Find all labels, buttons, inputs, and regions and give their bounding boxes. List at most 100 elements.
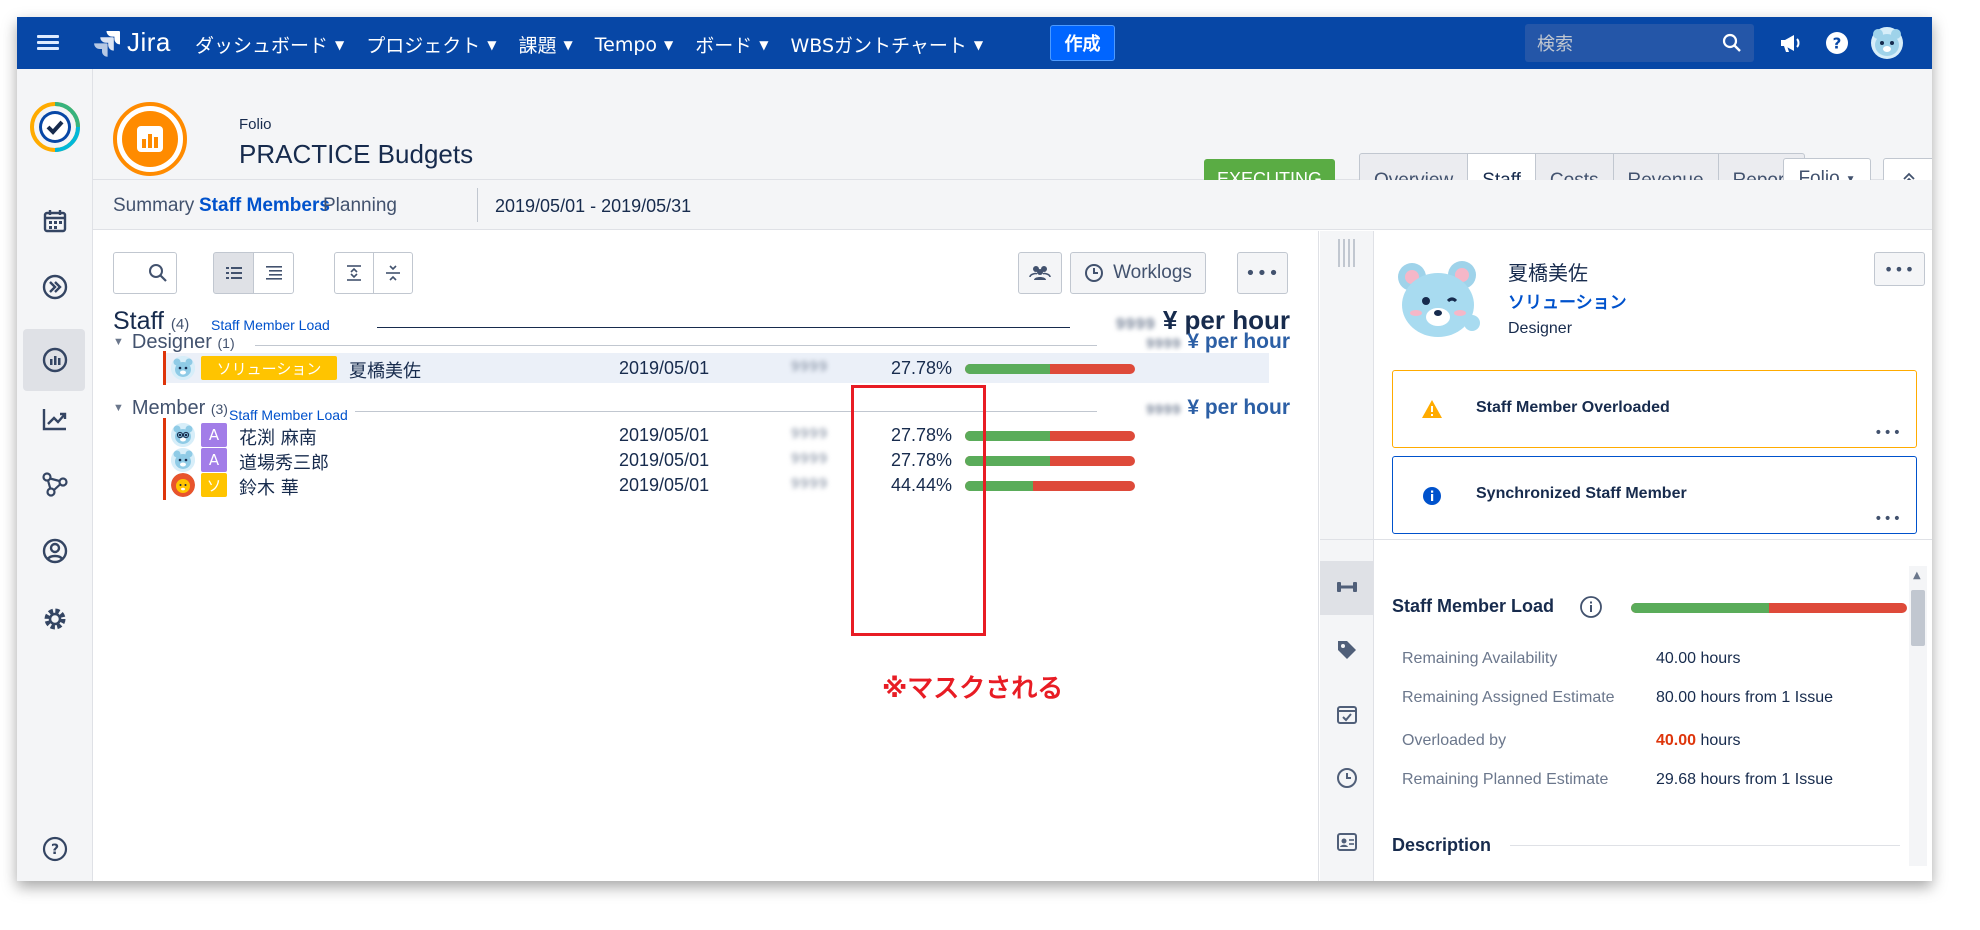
subtab-summary[interactable]: Summary xyxy=(113,195,194,217)
network-icon[interactable] xyxy=(37,466,73,502)
masked-value: 9999 xyxy=(791,452,829,467)
info-icon xyxy=(1423,487,1441,505)
tag-icon[interactable] xyxy=(1334,637,1360,663)
chevron-down-icon[interactable]: ▼ xyxy=(113,402,124,414)
tree-view-button[interactable] xyxy=(253,252,294,294)
alert-synchronized[interactable]: Synchronized Staff Member ••• xyxy=(1392,456,1917,534)
overload-unit: hours xyxy=(1696,732,1741,749)
app-logo-icon[interactable] xyxy=(30,102,80,152)
chart-icon[interactable] xyxy=(37,401,73,437)
forward-icon[interactable] xyxy=(37,269,73,305)
info-icon[interactable] xyxy=(1579,595,1603,619)
nav-menu-item[interactable]: ボード ▼ xyxy=(695,31,790,58)
staff-row[interactable]: ソ鈴木 華 2019/05/01 9999 44.44% xyxy=(163,470,1269,500)
scrollbar[interactable]: ▲ xyxy=(1909,566,1927,866)
settings-icon[interactable] xyxy=(37,601,73,637)
more-icon: ••• xyxy=(1883,259,1916,279)
scroll-up-icon[interactable]: ▲ xyxy=(1913,570,1921,581)
nav-menu-item[interactable]: ダッシュボード ▼ xyxy=(195,31,366,58)
project-header: Folio PRACTICE Budgets EXECUTING Overvie… xyxy=(93,69,1932,208)
id-card-icon[interactable] xyxy=(1334,829,1360,855)
avatar xyxy=(171,356,195,380)
megaphone-icon[interactable] xyxy=(1777,30,1803,56)
scrollbar-thumb[interactable] xyxy=(1911,590,1925,646)
worklogs-label: Worklogs xyxy=(1113,262,1192,283)
kv-label: Remaining Planned Estimate xyxy=(1402,771,1609,788)
indent-list-icon xyxy=(265,266,282,280)
more-icon[interactable]: ••• xyxy=(1874,425,1902,441)
load-bar xyxy=(965,431,1135,441)
kv-value: 40.00 hours xyxy=(1656,732,1741,750)
masked-value: 9999 xyxy=(791,477,829,492)
chevron-down-icon[interactable]: ▼ xyxy=(113,336,124,348)
divider xyxy=(377,327,1070,328)
main-menu: ダッシュボード ▼ プロジェクト ▼ 課題 ▼ Tempo ▼ ボード ▼ WBSガントチャート ▼ xyxy=(195,31,1005,58)
top-navigation: Jira ダッシュボード ▼ プロジェクト ▼ 課題 ▼ Tempo ▼ ボード ▼ WBSガントチ… xyxy=(17,17,1932,69)
group-count: (3) xyxy=(210,401,228,417)
dumbbell-icon[interactable] xyxy=(1334,574,1360,600)
group-header-member[interactable]: ▼ Member (3) xyxy=(113,397,228,420)
team-badge: ソ xyxy=(201,473,227,497)
drag-handle-icon[interactable] xyxy=(1338,239,1356,267)
masked-rate: 9999 xyxy=(1146,335,1182,351)
subtab-planning[interactable]: Planning xyxy=(323,195,397,217)
calendar-check-icon[interactable] xyxy=(1334,701,1360,727)
load-bar xyxy=(965,364,1135,374)
nav-menu-label: Tempo xyxy=(594,33,658,56)
expand-icon xyxy=(347,265,361,281)
date-range[interactable]: 2019/05/01 - 2019/05/31 xyxy=(495,196,691,217)
staff-role: Designer xyxy=(1508,320,1573,337)
create-button[interactable]: 作成 xyxy=(1050,25,1115,61)
nav-menu-item[interactable]: 課題 ▼ xyxy=(519,31,595,58)
staff-row[interactable]: ソリューション 夏橋美佐 2019/05/01 9999 27.78% xyxy=(163,351,1269,385)
divider xyxy=(255,345,1097,346)
member-percent: 27.78% xyxy=(891,358,953,378)
sub-tabs: Summary Staff Members Planning 2019/05/0… xyxy=(93,180,1932,230)
staff-pane: Worklogs ••• Staff (4) Staff Member Load… xyxy=(93,231,1319,881)
app-window: Jira ダッシュボード ▼ プロジェクト ▼ 課題 ▼ Tempo ▼ ボード ▼ WBSガントチ… xyxy=(17,17,1932,881)
staff-team-link[interactable]: ソリューション xyxy=(1508,288,1627,313)
more-icon[interactable]: ••• xyxy=(1874,511,1902,527)
clock-icon xyxy=(1085,264,1104,282)
help-icon[interactable]: ? xyxy=(1824,30,1850,56)
nav-menu-label: ダッシュボード xyxy=(195,35,329,57)
more-options-button[interactable]: ••• xyxy=(1237,252,1288,294)
jira-logo[interactable]: Jira xyxy=(93,27,171,58)
group-rate: 9999 ¥ per hour xyxy=(1146,330,1290,354)
nav-menu-label: WBSガントチャート xyxy=(790,35,967,57)
load-bar-fill xyxy=(1631,603,1769,613)
divider xyxy=(477,188,478,222)
group-header-designer[interactable]: ▼ Designer (1) xyxy=(113,331,235,354)
help-icon[interactable]: ? xyxy=(37,831,73,867)
logo-text: Jira xyxy=(127,27,171,57)
calendar-icon[interactable] xyxy=(37,203,73,239)
nav-menu-item[interactable]: WBSガントチャート ▼ xyxy=(791,31,1006,58)
masked-value: 9999 xyxy=(791,360,829,375)
chevron-down-icon: ▼ xyxy=(487,37,497,52)
more-icon: ••• xyxy=(1245,262,1280,284)
nav-menu-item[interactable]: Tempo ▼ xyxy=(595,31,696,58)
project-parent[interactable]: Folio xyxy=(239,116,272,133)
clock-icon[interactable] xyxy=(1334,765,1360,791)
kv-label: Remaining Availability xyxy=(1402,650,1558,667)
list-view-button[interactable] xyxy=(213,252,254,294)
menu-icon[interactable] xyxy=(37,32,59,54)
collapse-all-button[interactable] xyxy=(373,252,413,294)
dashboard-icon[interactable] xyxy=(37,342,73,378)
team-button[interactable] xyxy=(1018,252,1062,294)
user-avatar-icon[interactable] xyxy=(1870,26,1904,60)
expand-all-button[interactable] xyxy=(334,252,374,294)
list-icon xyxy=(225,267,242,279)
nav-menu-label: プロジェクト xyxy=(366,35,481,57)
group-count: (1) xyxy=(217,335,235,351)
search-button[interactable] xyxy=(113,252,177,294)
detail-more-button[interactable]: ••• xyxy=(1874,252,1925,286)
alert-overloaded[interactable]: Staff Member Overloaded ••• xyxy=(1392,370,1917,448)
user-circle-icon[interactable] xyxy=(37,533,73,569)
nav-menu-item[interactable]: プロジェクト ▼ xyxy=(366,31,518,58)
subtab-staff-members[interactable]: Staff Members xyxy=(199,195,330,217)
worklogs-button[interactable]: Worklogs xyxy=(1070,252,1206,294)
jira-icon xyxy=(94,30,120,57)
search-input[interactable]: 検索 xyxy=(1525,24,1754,62)
load-bar-fill xyxy=(965,364,1050,374)
